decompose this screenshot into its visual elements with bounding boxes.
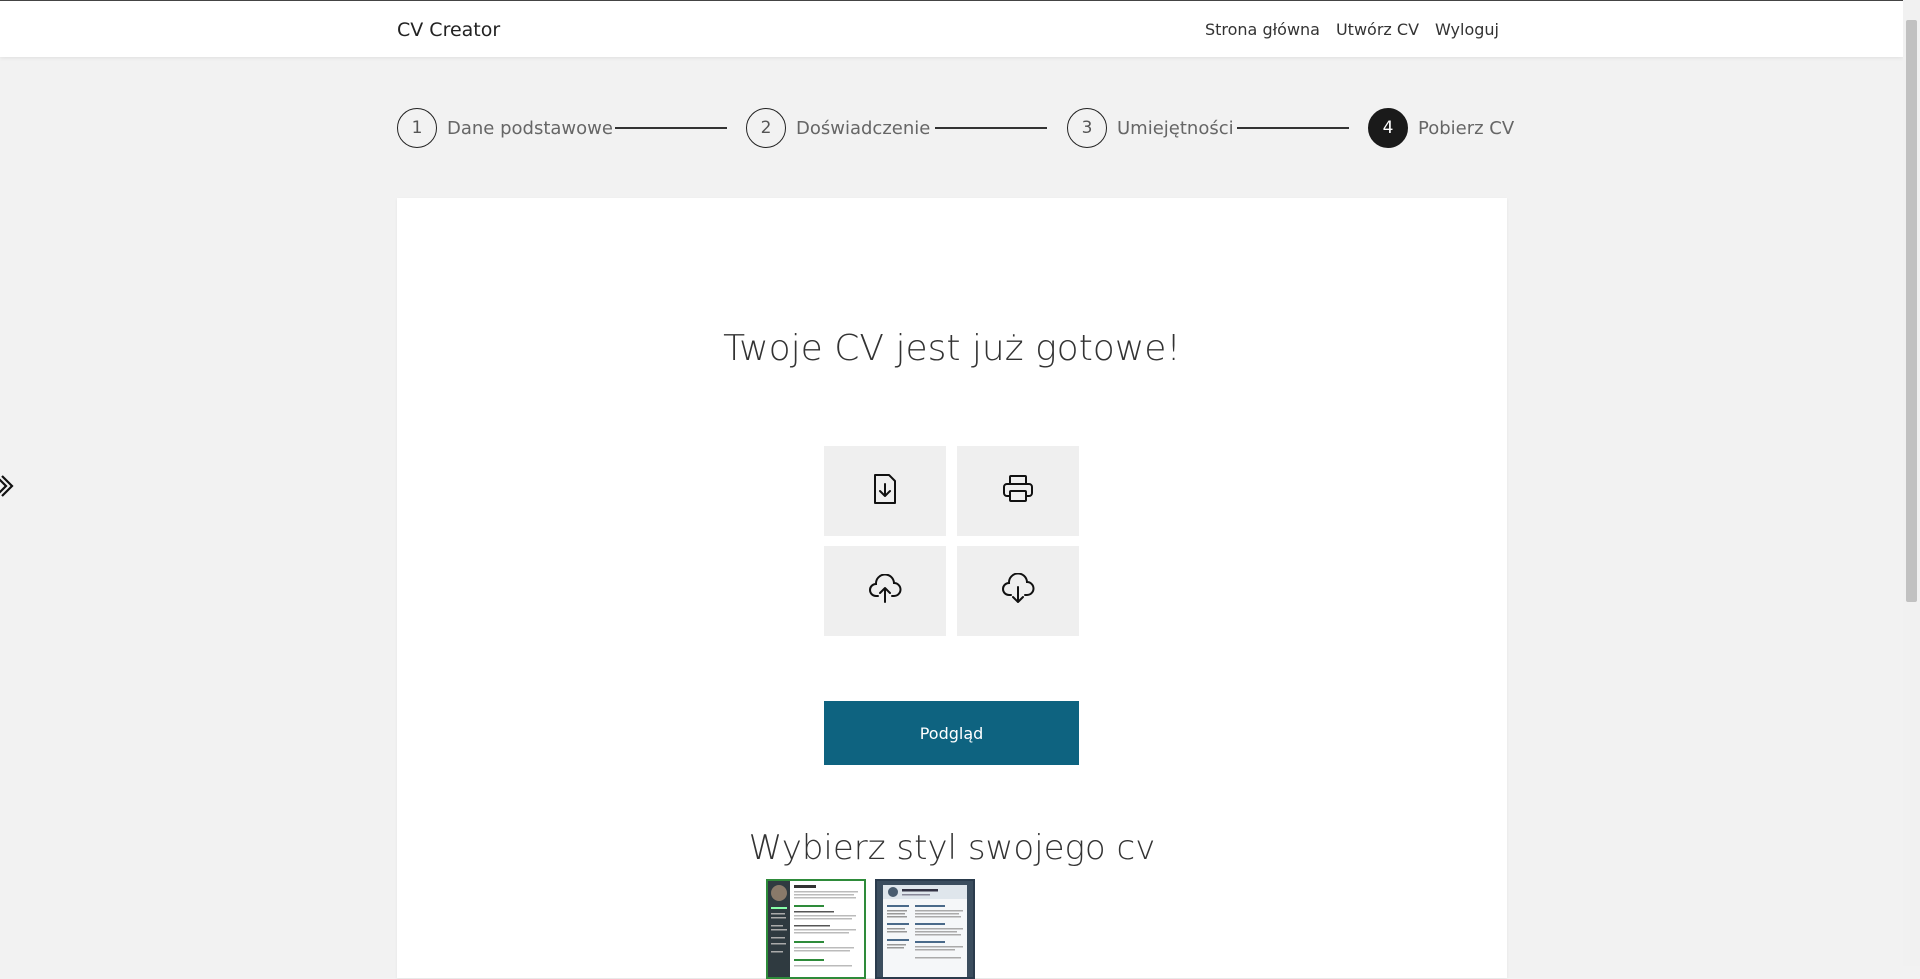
style-section-title: Wybierz styl swojego cv: [748, 828, 1156, 868]
step-connector: [935, 127, 1047, 129]
step-basic-data[interactable]: 1 Dane podstawowe: [397, 108, 613, 148]
step-number: 1: [397, 108, 437, 148]
progress-stepper: 1 Dane podstawowe 2 Doświadczenie 3 Umie…: [397, 108, 1514, 148]
nav-create-cv-link[interactable]: Utwórz CV: [1336, 20, 1419, 39]
print-button[interactable]: [957, 446, 1079, 536]
step-label: Umiejętności: [1117, 117, 1234, 139]
scrollbar[interactable]: [1903, 0, 1920, 966]
step-number: 4: [1368, 108, 1408, 148]
step-label: Pobierz CV: [1418, 117, 1515, 139]
step-label: Dane podstawowe: [447, 117, 613, 139]
step-number: 2: [746, 108, 786, 148]
top-navbar: CV Creator Strona główna Utwórz CV Wylog…: [0, 0, 1903, 57]
nav-home-link[interactable]: Strona główna: [1205, 20, 1320, 39]
sidebar-toggle-icon[interactable]: [0, 472, 16, 500]
nav-logout-link[interactable]: Wyloguj: [1435, 20, 1499, 39]
step-download-cv[interactable]: 4 Pobierz CV: [1368, 108, 1514, 148]
cloud-download-button[interactable]: [957, 546, 1079, 636]
step-skills[interactable]: 3 Umiejętności: [1067, 108, 1234, 148]
main-nav: Strona główna Utwórz CV Wyloguj: [1205, 20, 1499, 39]
cloud-upload-button[interactable]: [824, 546, 946, 636]
scrollbar-thumb[interactable]: [1906, 20, 1917, 602]
template-thumbnail-green[interactable]: [766, 879, 866, 979]
download-pdf-button[interactable]: [824, 446, 946, 536]
cloud-download-icon: [1001, 572, 1035, 609]
step-experience[interactable]: 2 Doświadczenie: [746, 108, 930, 148]
step-connector: [615, 127, 727, 129]
brand-logo[interactable]: CV Creator: [397, 19, 500, 41]
file-download-icon: [871, 473, 899, 509]
step-connector: [1237, 127, 1349, 129]
cloud-upload-icon: [868, 573, 902, 608]
template-thumbnail-blue[interactable]: [875, 879, 975, 979]
step-number: 3: [1067, 108, 1107, 148]
page-title: Twoje CV jest już gotowe!: [723, 328, 1181, 369]
printer-icon: [1002, 474, 1034, 508]
step-label: Doświadczenie: [796, 117, 931, 139]
preview-button[interactable]: Podgląd: [824, 701, 1079, 765]
download-card: Twoje CV jest już gotowe! Podgląd Wybier…: [397, 198, 1507, 979]
